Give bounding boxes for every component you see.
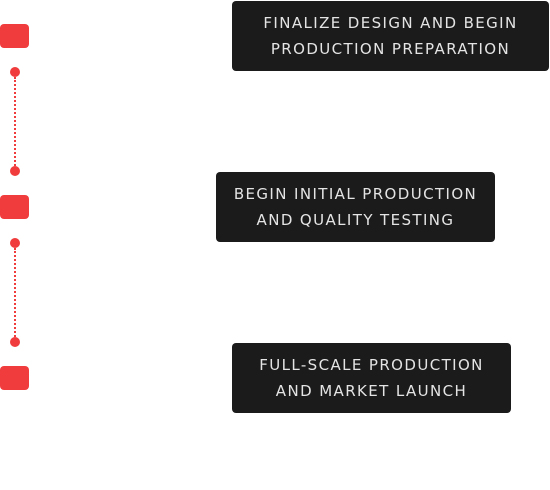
- connector-1-end-dot: [10, 166, 20, 176]
- connector-1-start-dot: [10, 67, 20, 77]
- step-2-marker: [0, 195, 29, 219]
- step-1-card: Finalize design and begin production pre…: [232, 1, 549, 71]
- connector-2-start-dot: [10, 238, 20, 248]
- connector-2-end-dot: [10, 337, 20, 347]
- step-1-marker: [0, 24, 29, 48]
- process-timeline: Finalize design and begin production pre…: [0, 0, 550, 490]
- step-1-label: Finalize design and begin production pre…: [263, 14, 518, 58]
- step-3-marker: [0, 366, 29, 390]
- connector-1-line: [14, 77, 16, 166]
- step-2-card: Begin initial production and quality tes…: [216, 172, 495, 242]
- connector-2-line: [14, 248, 16, 337]
- step-3-label: Full-scale production and market launch: [259, 356, 484, 400]
- step-3-card: Full-scale production and market launch: [232, 343, 511, 413]
- step-2-label: Begin initial production and quality tes…: [233, 185, 478, 229]
